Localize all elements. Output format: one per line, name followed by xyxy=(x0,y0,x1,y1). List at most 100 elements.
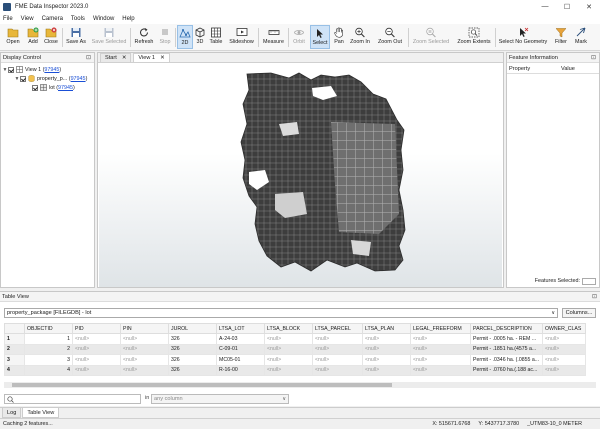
stop-button[interactable]: Stop xyxy=(156,25,174,49)
table-cell[interactable]: <null> xyxy=(120,354,169,366)
tree-item-view[interactable]: ▼ View 1 (97945) xyxy=(2,65,61,74)
map-canvas[interactable] xyxy=(99,64,502,287)
visibility-checkbox[interactable] xyxy=(8,66,14,73)
table-cell[interactable]: <null> xyxy=(542,333,586,345)
column-header[interactable]: PIN xyxy=(120,323,169,334)
table-cell[interactable]: <null> xyxy=(264,354,313,366)
tab-view-1[interactable]: View 1 ✕ xyxy=(133,53,170,62)
close-tab-icon[interactable]: ✕ xyxy=(122,55,127,61)
table-cell[interactable]: <null> xyxy=(542,354,586,366)
scrollbar-thumb[interactable] xyxy=(12,383,392,387)
table-cell[interactable]: MC05-01 xyxy=(216,354,265,366)
row-number[interactable]: 3 xyxy=(4,354,25,366)
row-number[interactable]: 2 xyxy=(4,343,25,355)
orbit-button[interactable]: Orbit xyxy=(290,25,308,49)
table-cell[interactable]: <null> xyxy=(362,364,411,376)
table-button[interactable]: Table xyxy=(207,25,225,49)
table-cell[interactable]: A-24-03 xyxy=(216,333,265,345)
minimize-button[interactable]: — xyxy=(534,3,556,11)
pan-button[interactable]: Pan xyxy=(331,25,347,49)
select-button[interactable]: Select xyxy=(310,25,330,49)
table-cell[interactable]: 2 xyxy=(24,343,73,355)
table-cell[interactable]: <null> xyxy=(72,354,121,366)
column-header[interactable]: OWNER_CLAS xyxy=(542,323,586,334)
zoom-out-button[interactable]: Zoom Out xyxy=(375,25,405,49)
close-dataset-button[interactable]: Close xyxy=(42,25,60,49)
dataset-selector[interactable]: property_package [FILEGDB] - lot ∨ xyxy=(4,308,558,318)
view-2d-button[interactable]: 2D xyxy=(177,25,193,49)
table-row[interactable]: 1 1 <null> <null> 326 A-24-03 <null> <nu… xyxy=(4,333,586,345)
table-cell[interactable]: <null> xyxy=(264,364,313,376)
column-header[interactable]: LTSA_PARCEL xyxy=(312,323,363,334)
parcel-map[interactable] xyxy=(99,64,502,287)
feature-count-link[interactable]: 97945 xyxy=(71,76,86,82)
table-cell[interactable]: 326 xyxy=(168,343,217,355)
visibility-checkbox[interactable] xyxy=(20,75,26,82)
undock-icon[interactable]: ⊡ xyxy=(86,54,91,61)
table-horizontal-scrollbar[interactable] xyxy=(4,382,596,388)
column-header[interactable]: PARCEL_DESCRIPTION xyxy=(470,323,543,334)
visibility-checkbox[interactable] xyxy=(32,84,38,91)
table-cell[interactable]: <null> xyxy=(312,364,363,376)
menu-help[interactable]: Help xyxy=(122,16,134,22)
value-column-header[interactable]: Value xyxy=(559,66,575,72)
select-no-geometry-button[interactable]: Select No Geometry xyxy=(498,25,548,49)
row-number[interactable]: 4 xyxy=(4,364,25,376)
menu-file[interactable]: File xyxy=(3,16,13,22)
column-header[interactable]: LTSA_BLOCK xyxy=(264,323,313,334)
close-tab-icon[interactable]: ✕ xyxy=(160,55,165,61)
slideshow-button[interactable]: Slideshow xyxy=(227,25,256,49)
tab-start[interactable]: Start ✕ xyxy=(100,53,132,62)
row-number[interactable]: 1 xyxy=(4,333,25,345)
table-cell[interactable]: <null> xyxy=(542,364,586,376)
table-row[interactable]: 3 3 <null> <null> 326 MC05-01 <null> <nu… xyxy=(4,354,586,366)
column-header[interactable]: PID xyxy=(72,323,121,334)
menu-window[interactable]: Window xyxy=(93,16,114,22)
table-cell[interactable]: Permit - .1851 ha.(4575 a... xyxy=(470,343,543,355)
table-cell[interactable]: <null> xyxy=(542,343,586,355)
table-cell[interactable]: R-16-00 xyxy=(216,364,265,376)
column-header[interactable]: LTSA_PLAN xyxy=(362,323,411,334)
table-row[interactable]: 2 2 <null> <null> 326 C-09-01 <null> <nu… xyxy=(4,343,586,355)
mark-button[interactable]: Mark xyxy=(572,25,590,49)
zoom-selected-button[interactable]: Zoom Selected xyxy=(410,25,452,49)
table-cell[interactable]: <null> xyxy=(410,333,471,345)
table-cell[interactable]: Permit - .0346 ha. (.0855 a... xyxy=(470,354,543,366)
filter-button[interactable]: Filter xyxy=(552,25,570,49)
table-cell[interactable]: <null> xyxy=(312,354,363,366)
column-header[interactable]: LEGAL_FREEFORM xyxy=(410,323,471,334)
menu-tools[interactable]: Tools xyxy=(71,16,85,22)
tree-item-feature-type[interactable]: lot (97945) xyxy=(26,83,75,92)
table-cell[interactable]: <null> xyxy=(410,354,471,366)
table-cell[interactable]: 326 xyxy=(168,364,217,376)
search-column-select[interactable]: any column ∨ xyxy=(151,394,289,404)
table-cell[interactable]: <null> xyxy=(312,333,363,345)
table-cell[interactable]: <null> xyxy=(362,333,411,345)
table-cell[interactable]: 4 xyxy=(24,364,73,376)
tree-item-dataset[interactable]: ▼ property_p... (97945) xyxy=(14,74,87,83)
table-cell[interactable]: Permit - .0005 ha. - REM ... xyxy=(470,333,543,345)
add-button[interactable]: Add xyxy=(24,25,42,49)
table-row[interactable]: 4 4 <null> <null> 326 R-16-00 <null> <nu… xyxy=(4,364,586,376)
table-cell[interactable]: <null> xyxy=(410,343,471,355)
column-header[interactable]: JUROL xyxy=(168,323,217,334)
table-cell[interactable]: <null> xyxy=(120,364,169,376)
table-cell[interactable]: <null> xyxy=(72,343,121,355)
refresh-button[interactable]: Refresh xyxy=(133,25,155,49)
maximize-button[interactable]: ☐ xyxy=(556,3,578,11)
property-column-header[interactable]: Property xyxy=(507,66,559,72)
save-as-button[interactable]: Save As xyxy=(65,25,87,49)
table-cell[interactable]: 326 xyxy=(168,354,217,366)
tab-table-view[interactable]: Table View xyxy=(22,408,60,418)
save-selected-button[interactable]: Save Selected xyxy=(90,25,128,49)
view-3d-button[interactable]: 3D xyxy=(193,25,207,49)
table-cell[interactable]: 3 xyxy=(24,354,73,366)
feature-count-link[interactable]: 97945 xyxy=(44,67,59,73)
feature-count-link[interactable]: 97945 xyxy=(58,85,73,91)
zoom-extents-button[interactable]: Zoom Extents xyxy=(455,25,493,49)
column-header[interactable]: OBJECTID xyxy=(24,323,73,334)
table-cell[interactable]: <null> xyxy=(72,364,121,376)
undock-icon[interactable]: ⊡ xyxy=(591,54,596,61)
table-cell[interactable]: <null> xyxy=(120,343,169,355)
table-cell[interactable]: <null> xyxy=(410,364,471,376)
